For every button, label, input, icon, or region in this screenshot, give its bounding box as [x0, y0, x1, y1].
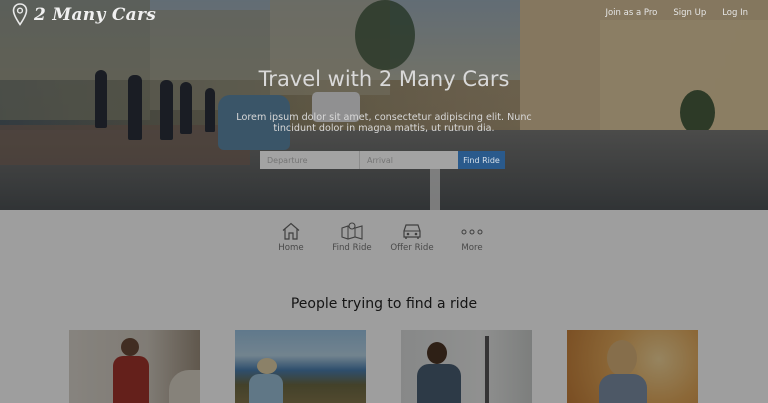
brand-name: 2 Many Cars [34, 4, 157, 25]
rider-card[interactable] [567, 330, 698, 403]
departure-input[interactable] [260, 151, 359, 169]
feature-more[interactable]: More [437, 222, 507, 253]
rider-card[interactable] [235, 330, 366, 403]
find-ride-button[interactable]: Find Ride [458, 151, 505, 169]
brand-logo[interactable]: 2 Many Cars [12, 3, 156, 26]
map-search-icon [341, 222, 363, 240]
section-title: People trying to find a ride [290, 296, 478, 312]
ride-search-form: Find Ride [260, 151, 505, 169]
feature-home-label: Home [278, 243, 304, 253]
feature-nav: Home Find Ride Offer Ride More [0, 222, 768, 266]
hero-title: Travel with 2 Many Cars [258, 67, 510, 91]
rider-card[interactable] [69, 330, 200, 403]
log-in-link[interactable]: Log In [722, 8, 748, 18]
arrival-input[interactable] [359, 151, 458, 169]
top-nav: Join as a Pro Sign Up Log In [605, 8, 748, 18]
feature-home[interactable]: Home [256, 222, 326, 253]
home-icon [282, 222, 300, 240]
car-icon [403, 224, 421, 239]
more-dots-icon [461, 229, 483, 235]
map-pin-icon [12, 3, 28, 26]
feature-more-label: More [461, 243, 483, 253]
join-as-pro-link[interactable]: Join as a Pro [605, 8, 657, 18]
sign-up-link[interactable]: Sign Up [673, 8, 706, 18]
rider-card[interactable] [401, 330, 532, 403]
hero-banner [0, 0, 768, 210]
hero-subtitle: Lorem ipsum dolor sit amet, consectetur … [236, 112, 532, 134]
